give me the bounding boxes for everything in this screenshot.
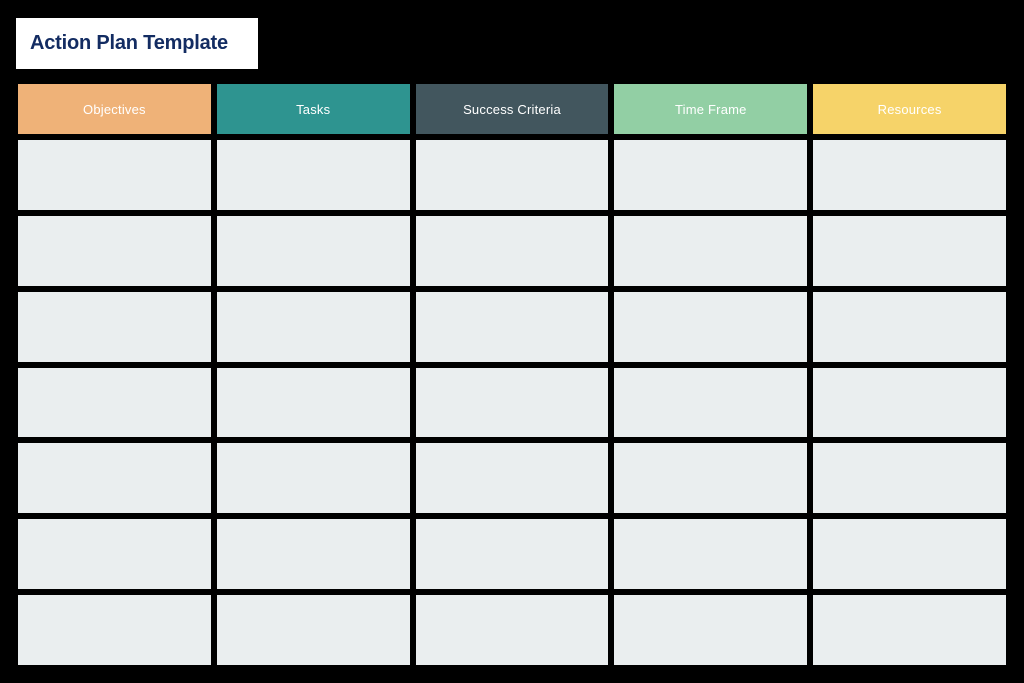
action-plan-canvas: Action Plan Template Objectives Tasks Su… [0,0,1024,683]
table-cell[interactable] [614,367,808,438]
column-header-label: Tasks [296,101,331,117]
table-cell[interactable] [614,140,808,210]
table-row [18,367,1006,438]
column-header-objectives[interactable]: Objectives [18,84,211,134]
table-cell[interactable] [614,595,808,666]
title-box: Action Plan Template [16,18,258,69]
table-cell[interactable] [614,443,808,514]
table-cell[interactable] [415,291,609,362]
table-row [18,443,1006,514]
table-row [18,595,1006,666]
table-cell[interactable] [813,291,1006,362]
column-header-success-criteria[interactable]: Success Criteria [415,84,609,134]
table-cell[interactable] [216,595,410,666]
table-cell[interactable] [614,291,808,362]
table-cell[interactable] [216,140,410,210]
table-cell[interactable] [18,291,211,362]
column-header-label: Success Criteria [463,101,561,117]
table-row [18,215,1006,286]
page-title: Action Plan Template [30,32,228,54]
action-plan-table: Objectives Tasks Success Criteria Time F… [18,84,1006,666]
table-row [18,140,1006,210]
table-cell[interactable] [216,519,410,590]
table-cell[interactable] [415,443,609,514]
table-cell[interactable] [18,367,211,438]
column-header-tasks[interactable]: Tasks [216,84,410,134]
table-cell[interactable] [813,215,1006,286]
table-row [18,519,1006,590]
table-cell[interactable] [216,215,410,286]
table-cell[interactable] [415,595,609,666]
table-cell[interactable] [813,140,1006,210]
table-cell[interactable] [18,215,211,286]
table-header-row: Objectives Tasks Success Criteria Time F… [18,84,1006,134]
table-cell[interactable] [415,215,609,286]
table-cell[interactable] [813,443,1006,514]
table-cell[interactable] [614,215,808,286]
column-header-label: Time Frame [675,101,747,117]
table-cell[interactable] [813,519,1006,590]
table-cell[interactable] [18,443,211,514]
table-cell[interactable] [813,367,1006,438]
table-cell[interactable] [614,519,808,590]
table-cell[interactable] [415,519,609,590]
table-cell[interactable] [216,367,410,438]
column-header-label: Resources [877,101,942,117]
column-header-label: Objectives [83,101,146,117]
table-cell[interactable] [18,595,211,666]
column-header-time-frame[interactable]: Time Frame [614,84,808,134]
table-cell[interactable] [216,291,410,362]
table-cell[interactable] [216,443,410,514]
table-cell[interactable] [415,367,609,438]
table-cell[interactable] [18,140,211,210]
table-cell[interactable] [18,519,211,590]
column-header-resources[interactable]: Resources [813,84,1006,134]
table-cell[interactable] [813,595,1006,666]
table-row [18,291,1006,362]
table-cell[interactable] [415,140,609,210]
